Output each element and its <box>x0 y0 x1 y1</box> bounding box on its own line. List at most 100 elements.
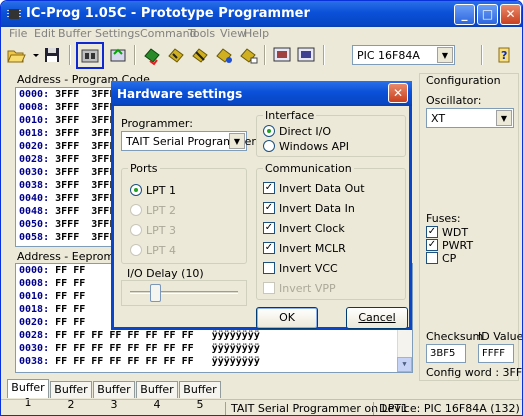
main-window: IC-Prog 1.05C - Prototype Programmer _ □… <box>0 0 523 416</box>
fuse-wdt-label: WDT <box>442 226 469 239</box>
invert-data-out-label: Invert Data Out <box>279 182 365 195</box>
table-row: 0038: FF FF FF FF FF FF FF FF ÿÿÿÿÿÿÿÿ <box>19 356 260 367</box>
table-row: 0008: 3FFF 3FFF <box>19 102 115 113</box>
maximize-button[interactable]: □ <box>477 4 498 25</box>
erase-icon[interactable] <box>189 44 211 66</box>
id-value-field[interactable]: FFFF <box>478 344 514 363</box>
program-code-view[interactable]: 0000: 3FFF 3FFF 0008: 3FFF 3FFF 0010: 3F… <box>15 87 115 247</box>
fuses-label: Fuses: <box>426 212 461 225</box>
table-row: 0038: 3FFF 3FFF <box>19 180 115 191</box>
fuse-wdt-checkbox[interactable]: ✓ <box>426 226 438 238</box>
read-icon[interactable] <box>141 44 163 66</box>
tab-buffer-5[interactable]: Buffer 5 <box>179 381 221 411</box>
invert-data-in-label: Invert Data In <box>279 202 355 215</box>
io-delay-slider-thumb[interactable] <box>149 284 161 302</box>
fuse-pwrt-checkbox[interactable]: ✓ <box>426 239 438 251</box>
status-device: Device: PIC 16F84A (132) <box>379 402 520 415</box>
table-row: 0028: 3FFF 3FFF <box>19 154 115 165</box>
ports-label: Ports <box>128 162 160 175</box>
tab-buffer-3[interactable]: Buffer 3 <box>93 381 135 411</box>
svg-text:?: ? <box>501 49 507 62</box>
menu-file[interactable]: File <box>9 27 27 40</box>
table-row: 0010: 3FFF 3FFF <box>19 115 115 126</box>
lpt3-radio <box>130 224 142 236</box>
minimize-button[interactable]: _ <box>454 4 475 25</box>
oscillator-select[interactable]: XT ▼ <box>426 108 514 128</box>
buffer-tabs: Buffer 1 Buffer 2 Buffer 3 Buffer 4 Buff… <box>1 379 522 411</box>
invert-mclr-checkbox[interactable]: ✓ <box>263 242 275 254</box>
view-assembler-icon[interactable] <box>271 44 293 66</box>
tab-buffer-4[interactable]: Buffer 4 <box>136 381 178 411</box>
chevron-down-icon[interactable]: ▼ <box>229 133 245 149</box>
configuration-title: Configuration <box>426 74 501 87</box>
help-icon[interactable]: ? <box>493 44 515 66</box>
table-row: 0050: 3FFF 3FFF <box>19 219 115 230</box>
dialog-title: Hardware settings <box>117 87 243 101</box>
menu-edit[interactable]: Edit <box>34 27 55 40</box>
table-row: 0018: 3FFF 3FFF <box>19 128 115 139</box>
communication-label: Communication <box>263 162 354 175</box>
chevron-down-icon[interactable]: ▼ <box>437 47 453 63</box>
oscillator-label: Oscillator: <box>426 94 482 107</box>
fuse-cp-checkbox[interactable] <box>426 252 438 264</box>
hardware-settings-icon[interactable] <box>76 42 104 69</box>
tab-buffer-2[interactable]: Buffer 2 <box>50 381 92 411</box>
lpt2-label: LPT 2 <box>146 204 176 217</box>
close-button[interactable]: ✕ <box>500 4 521 25</box>
lpt3-label: LPT 3 <box>146 224 176 237</box>
table-row: 0028: FF FF FF FF FF FF FF FF ÿÿÿÿÿÿÿÿ <box>19 330 260 341</box>
cancel-button[interactable]: Cancel <box>346 307 408 329</box>
tab-buffer-1[interactable]: Buffer 1 <box>7 379 49 409</box>
invert-vcc-checkbox[interactable] <box>263 262 275 274</box>
invert-clock-label: Invert Clock <box>279 222 345 235</box>
menu-view[interactable]: View <box>220 27 246 40</box>
verify-icon[interactable] <box>213 44 235 66</box>
programmer-select[interactable]: TAIT Serial Programmer ▼ <box>121 131 256 151</box>
ports-group: Ports LPT 1 LPT 2 LPT 3 LPT 4 <box>121 162 247 264</box>
scroll-down-icon[interactable]: ▼ <box>397 357 412 372</box>
table-row: 0000: FF FF <box>19 265 86 276</box>
lpt4-radio <box>130 244 142 256</box>
invert-clock-checkbox[interactable]: ✓ <box>263 222 275 234</box>
interface-group: Interface Direct I/O Windows API <box>256 109 406 157</box>
table-row: 0010: FF FF <box>19 291 86 302</box>
view-hex-icon[interactable] <box>295 44 317 66</box>
dialog-close-button[interactable]: ✕ <box>388 83 408 103</box>
menu-settings[interactable]: Settings <box>95 27 140 40</box>
open-dropdown-icon[interactable] <box>25 44 39 66</box>
ok-button[interactable]: OK <box>256 307 318 329</box>
invert-vcc-label: Invert VCC <box>279 262 338 275</box>
open-file-icon[interactable] <box>5 44 27 66</box>
table-row: 0030: 3FFF 3FFF <box>19 167 115 178</box>
table-row: 0020: FF FF <box>19 317 86 328</box>
invert-data-out-checkbox[interactable]: ✓ <box>263 182 275 194</box>
fuse-pwrt-label: PWRT <box>442 239 474 252</box>
program-icon[interactable] <box>165 44 187 66</box>
communication-group: Communication ✓ Invert Data Out ✓ Invert… <box>256 162 406 300</box>
blank-check-icon[interactable] <box>237 44 259 66</box>
dialog-title-bar[interactable]: Hardware settings ✕ <box>111 81 412 106</box>
menu-tools[interactable]: Tools <box>188 27 215 40</box>
id-value-label: ID Value <box>478 330 523 343</box>
windows-api-radio[interactable] <box>263 140 275 152</box>
chevron-down-icon[interactable]: ▼ <box>496 110 512 126</box>
table-row: 0000: 3FFF 3FFF <box>19 89 115 100</box>
invert-vpp-checkbox <box>263 282 275 294</box>
hardware-check-icon[interactable] <box>107 44 129 66</box>
programmer-label: Programmer: <box>121 117 193 130</box>
direct-io-radio[interactable] <box>263 125 275 137</box>
table-row: 0018: FF FF <box>19 304 86 315</box>
checksum-field: 3BF5 <box>426 344 466 363</box>
io-delay-slider[interactable] <box>121 280 247 306</box>
table-row: 0030: FF FF FF FF FF FF FF FF ÿÿÿÿÿÿÿÿ <box>19 343 260 354</box>
menu-help[interactable]: Help <box>244 27 269 40</box>
lpt1-radio[interactable] <box>130 184 142 196</box>
windows-api-label: Windows API <box>279 140 350 153</box>
invert-mclr-label: Invert MCLR <box>279 242 346 255</box>
menu-buffer[interactable]: Buffer <box>58 27 91 40</box>
invert-data-in-checkbox[interactable]: ✓ <box>263 202 275 214</box>
device-select[interactable]: PIC 16F84A ▼ <box>352 45 455 65</box>
menu-bar: File Edit Buffer Settings Command Tools … <box>1 27 522 41</box>
save-icon[interactable] <box>41 44 63 66</box>
title-bar[interactable]: IC-Prog 1.05C - Prototype Programmer _ □… <box>1 1 522 27</box>
